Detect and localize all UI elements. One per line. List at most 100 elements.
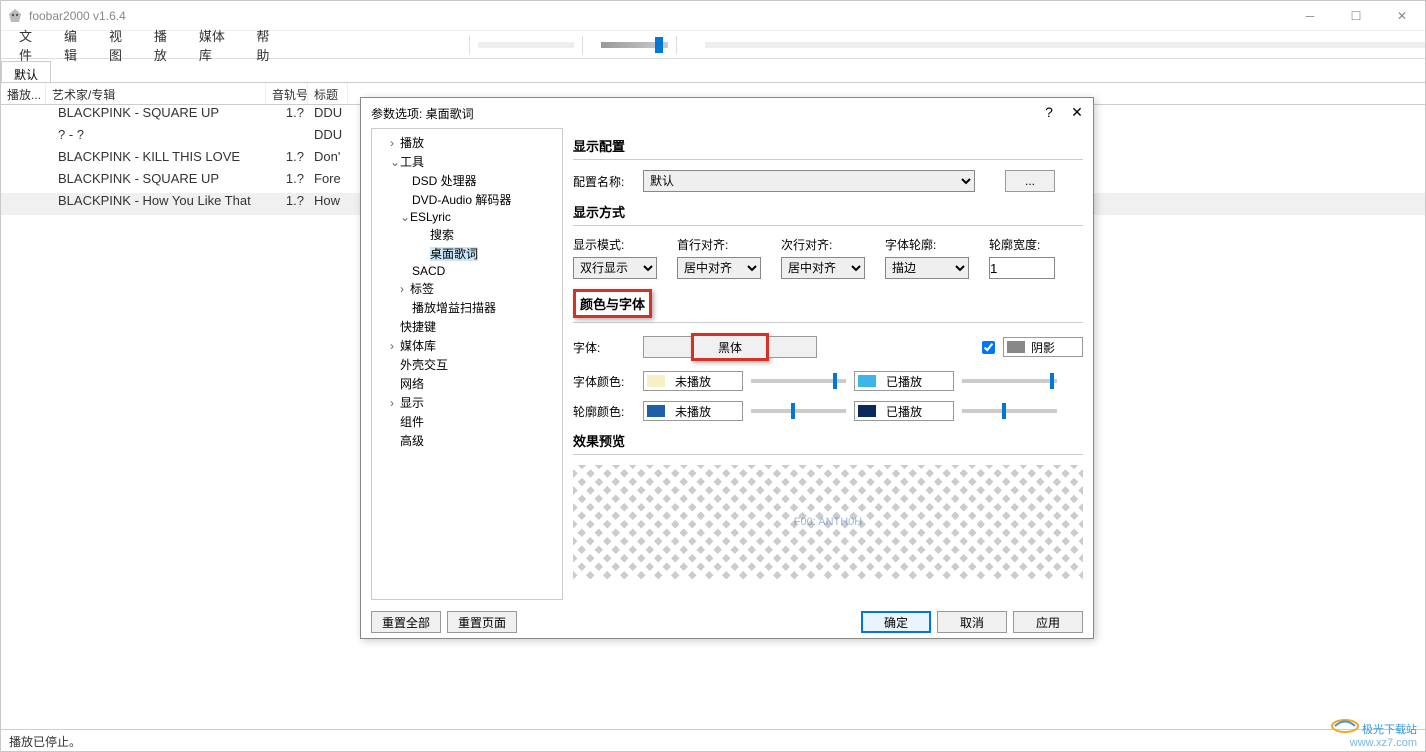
preferences-page: 显示配置 配置名称: 默认 ... 显示方式 显示模式: 双行显示 首行对齐: …: [573, 128, 1083, 600]
col-track[interactable]: 音轨号: [266, 83, 308, 104]
tree-shortcut[interactable]: 快捷键: [376, 317, 558, 336]
playback-controls: [311, 37, 461, 53]
tree-advanced[interactable]: 高级: [376, 431, 558, 450]
next-icon[interactable]: [415, 37, 435, 53]
preferences-dialog: 参数选项: 桌面歌词 ? ✕ ›播放 ⌄工具 DSD 处理器 DVD-Audio…: [360, 97, 1094, 639]
font-color-unplayed-slider[interactable]: [751, 379, 846, 383]
tree-medialib[interactable]: ›媒体库: [376, 336, 558, 355]
menu-edit[interactable]: 编辑: [54, 22, 99, 68]
outline-width-input[interactable]: [989, 257, 1055, 279]
label-font: 字体:: [573, 339, 635, 356]
config-name-select[interactable]: 默认: [643, 170, 975, 192]
col-title[interactable]: 标题: [308, 83, 348, 104]
tree-desktop-lyric[interactable]: 桌面歌词: [376, 244, 558, 263]
label-font-color: 字体颜色:: [573, 373, 635, 390]
app-logo-icon: [7, 8, 23, 24]
label-font-outline: 字体轮廓:: [885, 236, 969, 253]
preview-text: F00: ANTH0H: [794, 516, 862, 528]
tree-gain[interactable]: 播放增益扫描器: [376, 298, 558, 317]
section-display-config: 显示配置: [573, 136, 1083, 155]
tree-display[interactable]: ›显示: [376, 393, 558, 412]
preferences-tree[interactable]: ›播放 ⌄工具 DSD 处理器 DVD-Audio 解码器 ⌄ESLyric 搜…: [371, 128, 563, 600]
outline-color-unplayed-slider[interactable]: [751, 409, 846, 413]
separator: [469, 36, 470, 54]
shadow-color-button[interactable]: 阴影: [1003, 337, 1083, 357]
reset-all-button[interactable]: 重置全部: [371, 611, 441, 633]
close-button[interactable]: ✕: [1379, 1, 1425, 31]
font-button-left[interactable]: [643, 336, 691, 358]
random-icon[interactable]: [441, 37, 461, 53]
minimize-button[interactable]: ─: [1287, 1, 1333, 31]
tree-tag[interactable]: ›标签: [376, 279, 558, 298]
status-text: 播放已停止。: [9, 735, 81, 749]
tree-network[interactable]: 网络: [376, 374, 558, 393]
reset-page-button[interactable]: 重置页面: [447, 611, 517, 633]
menu-help[interactable]: 帮助: [246, 22, 291, 68]
tree-eslyric[interactable]: ⌄ESLyric: [376, 209, 558, 225]
font-color-played-button[interactable]: 已播放: [854, 371, 954, 391]
watermark-line2: www.xz7.com: [1350, 737, 1417, 749]
menu-playback[interactable]: 播放: [144, 22, 189, 68]
dialog-title: 参数选项: 桌面歌词: [371, 105, 474, 122]
label-first-align: 首行对齐:: [677, 236, 761, 253]
tab-default[interactable]: 默认: [1, 61, 51, 82]
tree-dsd[interactable]: DSD 处理器: [376, 171, 558, 190]
col-playing[interactable]: 播放...: [1, 83, 46, 104]
label-outline-width: 轮廓宽度:: [989, 236, 1055, 253]
pause-icon[interactable]: [363, 37, 383, 53]
config-more-button[interactable]: ...: [1005, 170, 1055, 192]
next-align-select[interactable]: 居中对齐: [781, 257, 865, 279]
display-mode-select[interactable]: 双行显示: [573, 257, 657, 279]
statusbar: 播放已停止。: [1, 729, 1425, 751]
shadow-checkbox[interactable]: [982, 341, 995, 354]
first-align-select[interactable]: 居中对齐: [677, 257, 761, 279]
prev-icon[interactable]: [389, 37, 409, 53]
ok-button[interactable]: 确定: [861, 611, 931, 633]
seekbar-small[interactable]: [478, 42, 574, 48]
separator: [676, 36, 677, 54]
font-outline-select[interactable]: 描边: [885, 257, 969, 279]
watermark-line1: 极光下载站: [1362, 724, 1417, 736]
label-config-name: 配置名称:: [573, 173, 635, 190]
watermark: 极光下载站 www.xz7.com: [1331, 719, 1417, 749]
font-button[interactable]: 黑体: [694, 336, 766, 358]
apply-button[interactable]: 应用: [1013, 611, 1083, 633]
menu-library[interactable]: 媒体库: [189, 22, 246, 68]
section-preview: 效果预览: [573, 431, 1083, 450]
watermark-logo-icon: [1331, 719, 1359, 736]
font-button-right[interactable]: [769, 336, 817, 358]
dialog-titlebar: 参数选项: 桌面歌词 ? ✕: [361, 98, 1093, 128]
preview-area: F00: ANTH0H: [573, 465, 1083, 579]
highlight-font-button: 黑体: [691, 333, 769, 361]
tree-sacd[interactable]: SACD: [376, 263, 558, 279]
highlight-color-font: 颜色与字体: [573, 289, 652, 318]
cancel-button[interactable]: 取消: [937, 611, 1007, 633]
tree-tools[interactable]: ⌄工具: [376, 152, 558, 171]
outline-color-played-slider[interactable]: [962, 409, 1057, 413]
outline-color-unplayed-button[interactable]: 未播放: [643, 401, 743, 421]
section-display-mode: 显示方式: [573, 202, 1083, 221]
menu-view[interactable]: 视图: [99, 22, 144, 68]
tree-dvd[interactable]: DVD-Audio 解码器: [376, 190, 558, 209]
tree-component[interactable]: 组件: [376, 412, 558, 431]
help-button[interactable]: ?: [1037, 100, 1061, 124]
menubar: 文件 编辑 视图 播放 媒体库 帮助: [1, 31, 1425, 59]
seekbar-large[interactable]: [705, 42, 1425, 48]
volume-slider[interactable]: [601, 42, 668, 48]
tree-search[interactable]: 搜索: [376, 225, 558, 244]
dialog-buttons: 重置全部 重置页面 确定 取消 应用: [361, 606, 1093, 638]
maximize-button[interactable]: ☐: [1333, 1, 1379, 31]
stop-icon[interactable]: [311, 37, 331, 53]
window-title: foobar2000 v1.6.4: [29, 9, 126, 23]
outline-color-played-button[interactable]: 已播放: [854, 401, 954, 421]
col-artist[interactable]: 艺术家/专辑: [46, 83, 266, 104]
label-next-align: 次行对齐:: [781, 236, 865, 253]
section-color-font: 颜色与字体: [580, 294, 645, 313]
font-color-played-slider[interactable]: [962, 379, 1057, 383]
dialog-close-button[interactable]: ✕: [1065, 100, 1089, 124]
tree-playback[interactable]: ›播放: [376, 133, 558, 152]
separator: [582, 36, 583, 54]
play-icon[interactable]: [337, 37, 357, 53]
font-color-unplayed-button[interactable]: 未播放: [643, 371, 743, 391]
tree-shell[interactable]: 外壳交互: [376, 355, 558, 374]
